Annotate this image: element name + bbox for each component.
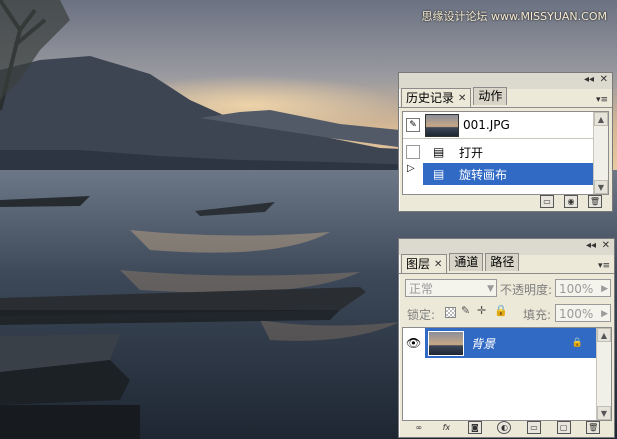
opacity-label: 不透明度: <box>500 283 553 297</box>
move-icon[interactable]: ✛ <box>477 304 486 317</box>
layer-mask-icon[interactable]: ◙ <box>467 420 482 434</box>
history-panel: ◂◂ ✕ 历史记录 ✕ 动作 ▾≡ ✎ 001.JPG ▤ 打开 ▤ 旋转画布 ▷ <box>398 72 613 212</box>
layers-panel: ◂◂ ✕ 图层 ✕ 通道 路径 ▾≡ 正常 ▼ 不透明度: 100% ▶ 锁定: … <box>398 238 615 438</box>
chevron-down-icon: ▼ <box>487 284 494 294</box>
layer-lock-icon: 🔒 <box>571 338 583 348</box>
chevron-right-icon: ▶ <box>601 309 608 319</box>
layer-row-background[interactable]: 背景 🔒 <box>425 328 597 358</box>
watermark-text: 思缘设计论坛 www.MISSYUAN.COM <box>421 10 607 23</box>
tab-paths[interactable]: 路径 <box>485 253 520 271</box>
trash-icon[interactable]: 🗑 <box>586 420 601 434</box>
tab-history[interactable]: 历史记录 ✕ <box>401 88 472 107</box>
history-footer: ▭ ◉ 🗑 <box>399 191 612 211</box>
fill-label: 填充: <box>523 308 552 322</box>
tab-layers[interactable]: 图层 ✕ <box>401 254 448 273</box>
panel-menu-icon[interactable]: ▾≡ <box>596 95 608 105</box>
scroll-up-icon[interactable]: ▲ <box>597 328 611 342</box>
new-group-icon[interactable]: ▭ <box>527 420 542 434</box>
collapse-icon[interactable]: ◂◂ <box>586 240 596 252</box>
adjustment-layer-icon[interactable]: ◐ <box>497 420 512 434</box>
history-pointer-icon: ▷ <box>407 163 415 174</box>
lock-label: 锁定: <box>407 308 436 322</box>
layer-style-icon[interactable]: fx <box>440 422 452 433</box>
layers-list: 背景 🔒 👁 ▲ ▼ <box>402 327 612 421</box>
close-icon[interactable]: ✕ <box>602 240 610 252</box>
collapse-icon[interactable]: ◂◂ <box>584 74 594 86</box>
snapshot-thumbnail <box>425 114 459 137</box>
camera-icon[interactable]: ◉ <box>564 194 578 208</box>
trash-icon[interactable]: 🗑 <box>588 194 602 208</box>
tab-actions[interactable]: 动作 <box>473 87 508 105</box>
lock-icon[interactable]: 🔒 <box>494 304 508 317</box>
layers-footer: ∞ fx ◙ ◐ ▭ ▢ 🗑 <box>399 417 614 437</box>
scroll-up-icon[interactable]: ▲ <box>594 112 608 126</box>
chevron-right-icon: ▶ <box>601 284 608 294</box>
history-snapshot[interactable]: ✎ 001.JPG <box>403 112 608 139</box>
new-document-from-state-icon[interactable]: ▭ <box>540 194 554 208</box>
close-icon[interactable]: ✕ <box>600 74 608 86</box>
layer-thumbnail <box>428 331 464 356</box>
panel-menu-icon[interactable]: ▾≡ <box>598 261 610 271</box>
history-state-icon: ▤ <box>433 145 445 159</box>
history-brush-icon[interactable]: ✎ <box>406 118 420 132</box>
lock-transparency-icon[interactable] <box>445 307 456 318</box>
history-state-icon: ▤ <box>433 167 445 181</box>
opacity-input[interactable]: 100% ▶ <box>555 279 611 297</box>
history-scrollbar[interactable]: ▲ ▼ <box>593 112 608 194</box>
fill-input[interactable]: 100% ▶ <box>555 304 611 322</box>
brush-icon[interactable]: ✎ <box>461 304 470 317</box>
tab-channels[interactable]: 通道 <box>449 253 484 271</box>
new-layer-icon[interactable]: ▢ <box>556 420 571 434</box>
blend-mode-select[interactable]: 正常 ▼ <box>405 279 497 297</box>
layers-scrollbar[interactable]: ▲ ▼ <box>596 328 611 420</box>
history-list: ✎ 001.JPG ▤ 打开 ▤ 旋转画布 ▷ ▲ ▼ <box>402 111 609 195</box>
history-item-selected[interactable]: ▤ 旋转画布 <box>423 163 595 185</box>
history-item[interactable]: ▤ 打开 <box>403 141 608 163</box>
close-icon[interactable]: ✕ <box>458 90 466 107</box>
history-brush-source-box[interactable] <box>406 145 420 159</box>
eye-icon[interactable]: 👁 <box>406 336 421 350</box>
link-layers-icon[interactable]: ∞ <box>413 422 425 433</box>
close-icon[interactable]: ✕ <box>434 256 442 273</box>
